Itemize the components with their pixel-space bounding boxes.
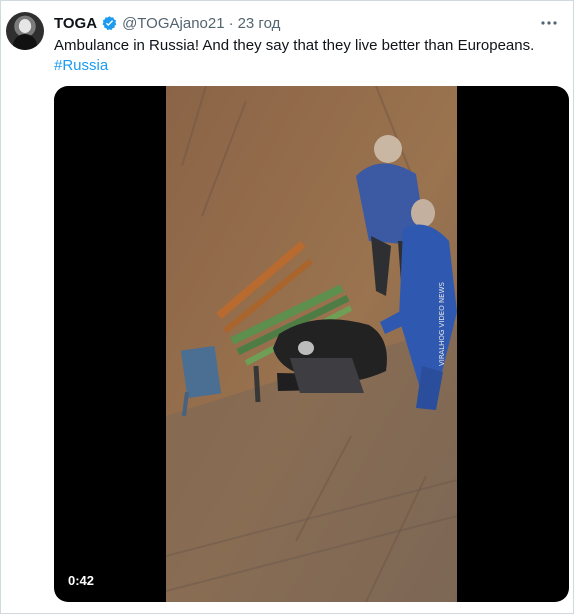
hashtag-link[interactable]: #Russia: [54, 56, 108, 76]
tweet-card[interactable]: TOGA @TOGAjano21 · 23 год Ambulance in R…: [0, 0, 574, 614]
video-scene: VIRALHOG VIDEO NEWS: [166, 86, 457, 602]
video-watermark: VIRALHOG VIDEO NEWS: [438, 281, 446, 366]
avatar[interactable]: [6, 12, 44, 50]
display-name[interactable]: TOGA: [54, 15, 97, 32]
tweet-text: Ambulance in Russia! And they say that t…: [54, 37, 535, 54]
more-icon[interactable]: [537, 13, 561, 33]
video-frame[interactable]: VIRALHOG VIDEO NEWS: [166, 86, 457, 602]
avatar-face: [19, 19, 31, 33]
video-player[interactable]: VIRALHOG VIDEO NEWS 0:42: [54, 86, 569, 602]
video-duration: 0:42: [62, 571, 101, 590]
dot-separator: ·: [228, 14, 234, 32]
user-handle[interactable]: @TOGAjano21: [122, 15, 225, 32]
verified-badge-icon: [102, 15, 117, 30]
more-dots-icon: [541, 21, 557, 25]
avatar-suit: [13, 34, 37, 50]
tweet-header: TOGA @TOGAjano21 · 23 год: [54, 13, 280, 33]
timestamp[interactable]: 23 год: [238, 15, 281, 32]
trash-bin: [180, 345, 222, 399]
